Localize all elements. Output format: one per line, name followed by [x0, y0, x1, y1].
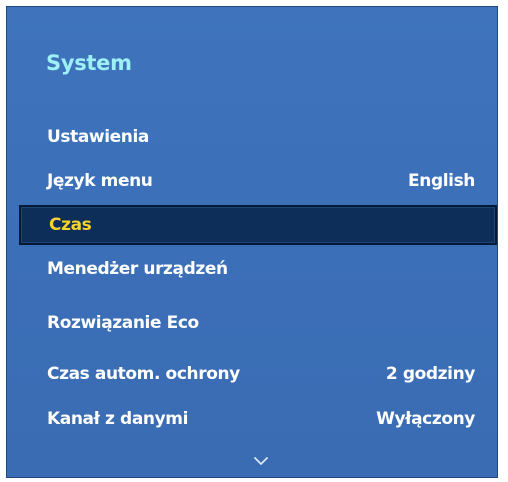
- menu-item-czas[interactable]: Czas: [19, 205, 497, 245]
- menu-item-ustawienia[interactable]: Ustawienia: [19, 117, 497, 157]
- menu-title: System: [46, 51, 132, 75]
- menu-item-value: English: [408, 171, 475, 191]
- menu-item-value: 2 godziny: [385, 364, 475, 384]
- menu-item-menedzer-urzadzen[interactable]: Menedżer urządzeń: [19, 249, 497, 289]
- settings-menu-panel: System Ustawienia Język menu English Cza…: [6, 6, 498, 478]
- menu-item-label: Ustawienia: [47, 127, 149, 147]
- menu-item-czas-autom-ochrony[interactable]: Czas autom. ochrony 2 godziny: [19, 354, 497, 394]
- menu-item-value: Wyłączony: [376, 409, 475, 429]
- menu-item-label: Czas autom. ochrony: [47, 364, 240, 384]
- menu-item-label: Język menu: [47, 171, 153, 191]
- menu-item-label: Czas: [49, 215, 92, 235]
- scroll-down-button[interactable]: [253, 455, 269, 467]
- menu-item-kanal-z-danymi[interactable]: Kanał z danymi Wyłączony: [19, 399, 497, 439]
- menu-item-label: Menedżer urządzeń: [47, 259, 228, 279]
- chevron-down-icon: [253, 455, 269, 467]
- menu-item-jezyk-menu[interactable]: Język menu English: [19, 161, 497, 201]
- menu-item-label: Rozwiązanie Eco: [47, 313, 199, 333]
- menu-item-label: Kanał z danymi: [47, 409, 189, 429]
- menu-item-rozwiazanie-eco[interactable]: Rozwiązanie Eco: [19, 303, 497, 343]
